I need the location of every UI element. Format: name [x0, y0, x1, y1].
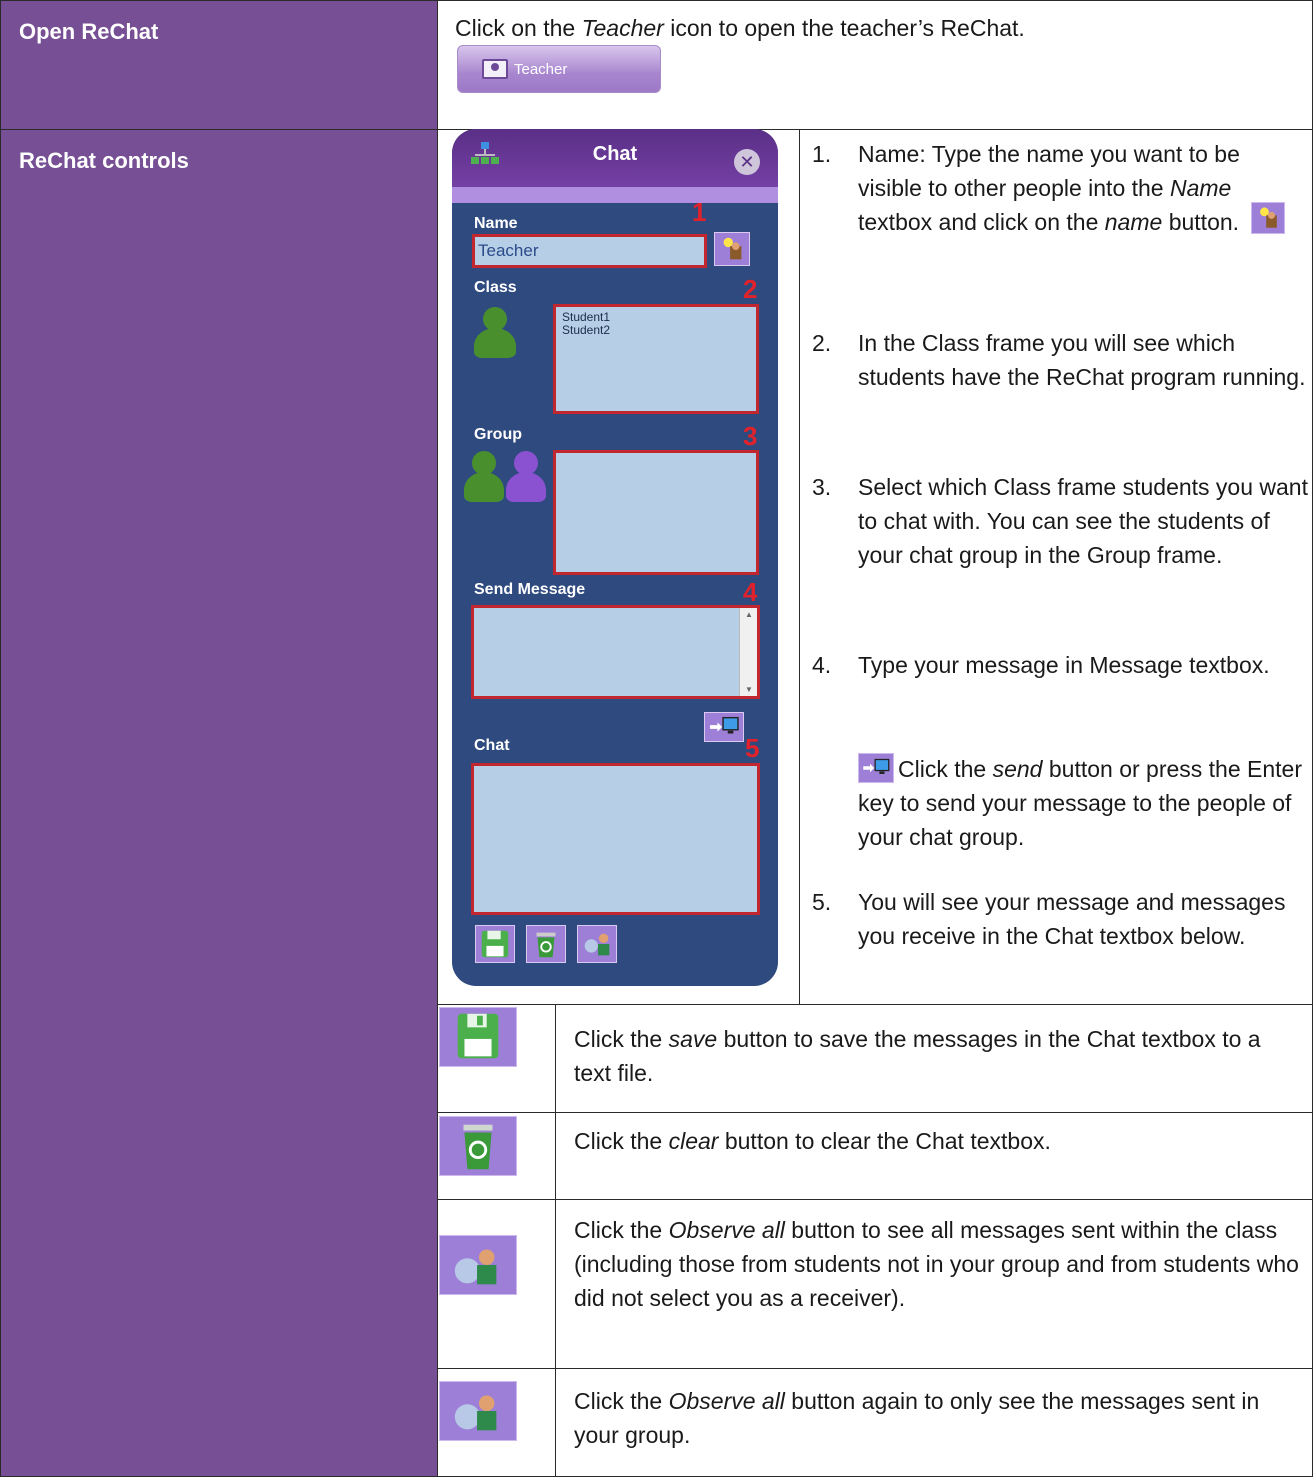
row-controls-label: ReChat controls: [19, 148, 189, 173]
scroll-up-icon[interactable]: ▲: [745, 610, 753, 619]
observe-all-row-text: Click the Observe all button to see all …: [574, 1217, 1299, 1311]
step-text: Name: Type the name you want to be visib…: [858, 137, 1308, 240]
scroll-down-icon[interactable]: ▼: [745, 685, 753, 694]
class-person-icon: [474, 307, 516, 359]
step-text: Type your message in Message textbox.: [858, 652, 1270, 678]
marker-1: 1: [692, 197, 707, 227]
chat-title: Chat: [592, 143, 638, 165]
row-open-text: Click on the Teacher icon to open the te…: [455, 15, 1025, 41]
name-field-value: Teacher: [478, 241, 539, 260]
chat-header-band: [452, 187, 778, 203]
row-open-label-cell: Open ReChat: [0, 0, 438, 130]
step-text: In the Class frame you will see which st…: [858, 330, 1306, 390]
step-text: You will see your message and messages y…: [858, 889, 1286, 949]
step-number: 1.: [812, 141, 832, 167]
chat-label: Chat: [474, 737, 510, 754]
chat-window: Chat ✕ Name 1 Teacher Class 2 Student1 S…: [452, 129, 778, 986]
recycle-bin-icon: [439, 1116, 517, 1176]
observe-all-button[interactable]: [577, 925, 617, 963]
clear-button[interactable]: [526, 925, 566, 963]
name-button[interactable]: [714, 232, 750, 266]
send-message-field[interactable]: ▲ ▼: [471, 605, 760, 699]
send-button[interactable]: [704, 712, 744, 742]
send-icon: [710, 716, 739, 734]
observe-all-again-row-text: Click the Observe all button again to on…: [574, 1388, 1260, 1448]
step-4-send-text: Click the send button or press the Enter…: [858, 752, 1308, 854]
observe-all-icon: [584, 933, 610, 956]
observe-all-icon: [439, 1381, 517, 1441]
save-button[interactable]: [475, 925, 515, 963]
message-scrollbar[interactable]: ▲ ▼: [739, 608, 757, 696]
step-number: 2.: [812, 330, 832, 356]
step-number: 3.: [812, 474, 832, 500]
group-person-green-icon: [464, 451, 504, 503]
observe-all-icon: [439, 1235, 517, 1295]
class-list-item[interactable]: Student2: [562, 324, 610, 337]
marker-3: 3: [743, 421, 758, 451]
save-icon: [481, 930, 509, 958]
step-number: 4.: [812, 652, 832, 678]
name-label: Name: [474, 215, 518, 232]
chat-history[interactable]: [471, 763, 760, 915]
marker-2: 2: [743, 274, 758, 304]
close-icon[interactable]: ✕: [734, 149, 760, 175]
send-message-label: Send Message: [474, 581, 586, 598]
row-open-label: Open ReChat: [19, 19, 159, 44]
name-field[interactable]: Teacher: [472, 234, 707, 268]
teacher-button[interactable]: Teacher: [457, 45, 661, 93]
step-number: 5.: [812, 889, 832, 915]
class-list[interactable]: Student1 Student2: [553, 304, 759, 414]
teacher-icon: [482, 59, 508, 79]
save-row-text: Click the save button to save the messag…: [574, 1026, 1261, 1086]
step-text: Select which Class frame students you wa…: [858, 474, 1308, 568]
marker-4: 4: [743, 577, 758, 607]
class-label: Class: [474, 279, 517, 296]
name-button-icon: [723, 237, 742, 260]
group-list[interactable]: [553, 450, 759, 575]
group-person-purple-icon: [506, 451, 546, 503]
save-icon: [439, 1007, 517, 1067]
name-button-icon: [1251, 201, 1286, 234]
group-label: Group: [474, 426, 522, 443]
send-icon: [858, 752, 894, 783]
recycle-bin-icon: [536, 932, 556, 958]
row-controls-label-cell: ReChat controls: [0, 129, 438, 1477]
clear-row-text: Click the clear button to clear the Chat…: [574, 1128, 1051, 1154]
teacher-button-label: Teacher: [514, 60, 568, 78]
marker-5: 5: [745, 733, 760, 763]
